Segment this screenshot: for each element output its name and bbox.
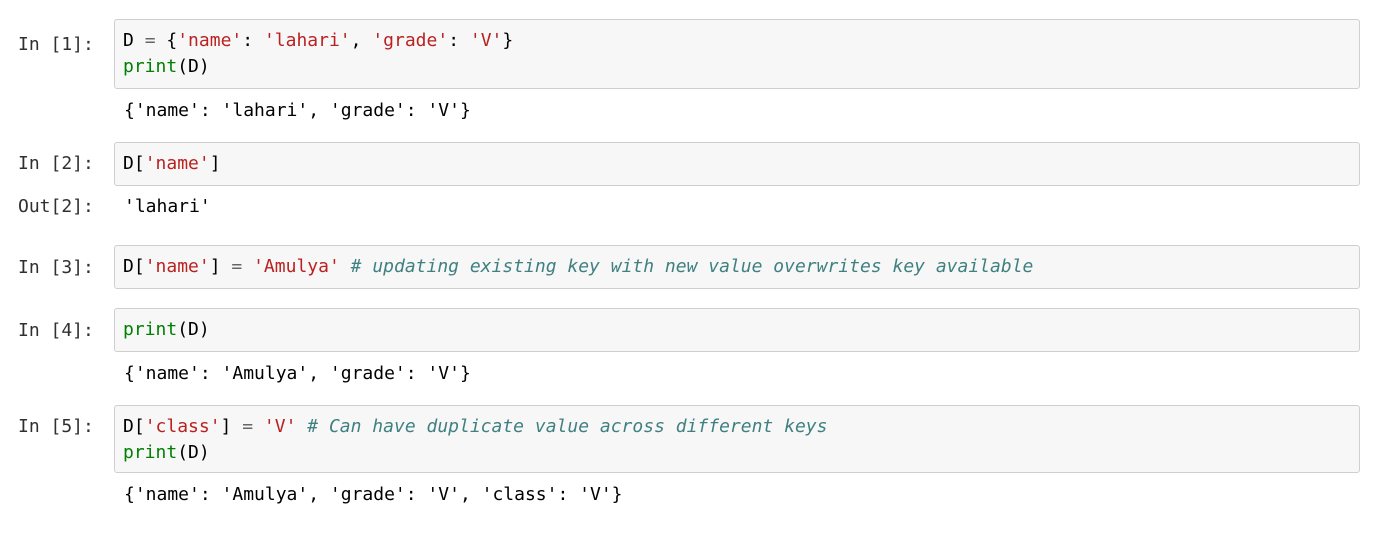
cell-output: {'name': 'Amulya', 'grade': 'V', 'class'… — [124, 484, 623, 505]
code-line: D['name'] — [123, 151, 1351, 177]
code-token-string: 'name' — [177, 30, 243, 51]
code-token-default — [134, 30, 145, 51]
code-token-builtin: print — [123, 442, 178, 463]
code-line: print(D) — [123, 54, 1351, 80]
code-token-comment: # Can have duplicate value across differ… — [307, 416, 828, 437]
code-token-default: ] — [220, 416, 243, 437]
code-line: D['class'] = 'V' # Can have duplicate va… — [123, 414, 1351, 440]
cell-output: 'lahari' — [124, 196, 211, 217]
code-token-builtin: print — [123, 319, 178, 340]
code-input[interactable]: D['class'] = 'V' # Can have duplicate va… — [114, 405, 1360, 473]
code-token-default: } — [502, 30, 514, 51]
code-token-op: = — [231, 256, 243, 277]
code-token-default: ] — [209, 153, 221, 174]
code-token-string: 'name' — [144, 153, 210, 174]
output-prompt: Out[2]: — [18, 196, 94, 217]
input-prompt: In [1]: — [18, 34, 94, 55]
code-line: print(D) — [123, 317, 1351, 343]
code-token-default — [296, 416, 307, 437]
code-token-string: 'V' — [263, 416, 297, 437]
code-token-default: D[ — [123, 256, 145, 277]
code-token-op: = — [242, 416, 254, 437]
code-token-default: : — [242, 30, 264, 51]
code-token-comment: # updating existing key with new value o… — [350, 256, 1034, 277]
code-token-string: 'lahari' — [263, 30, 351, 51]
code-line: D = {'name': 'lahari', 'grade': 'V'} — [123, 28, 1351, 54]
code-input[interactable]: D['name'] = 'Amulya' # updating existing… — [114, 245, 1360, 289]
code-token-op: = — [144, 30, 156, 51]
code-line: D['name'] = 'Amulya' # updating existing… — [123, 254, 1351, 280]
code-token-default: D[ — [123, 416, 145, 437]
code-token-default: { — [155, 30, 178, 51]
code-token-default — [340, 256, 351, 277]
code-token-name: D — [123, 30, 134, 51]
code-token-builtin: print — [123, 56, 178, 77]
code-token-default: , — [350, 30, 373, 51]
code-token-string: 'Amulya' — [253, 256, 340, 277]
code-token-string: 'class' — [144, 416, 221, 437]
code-token-default: (D) — [177, 56, 210, 77]
code-token-default — [253, 416, 264, 437]
code-token-default: ] — [209, 256, 232, 277]
code-line: print(D) — [123, 440, 1351, 466]
input-prompt: In [2]: — [18, 153, 94, 174]
input-prompt: In [5]: — [18, 416, 94, 437]
input-prompt: In [4]: — [18, 320, 94, 341]
notebook: In [1]: D = {'name': 'lahari', 'grade': … — [0, 0, 1400, 533]
code-token-default: : — [448, 30, 470, 51]
code-token-string: 'name' — [144, 256, 210, 277]
code-input[interactable]: print(D) — [114, 308, 1360, 352]
input-prompt: In [3]: — [18, 257, 94, 278]
code-token-default: D[ — [123, 153, 145, 174]
cell-output: {'name': 'Amulya', 'grade': 'V'} — [124, 363, 471, 384]
code-token-default: (D) — [177, 442, 210, 463]
code-token-default: (D) — [177, 319, 210, 340]
cell-output: {'name': 'lahari', 'grade': 'V'} — [124, 100, 471, 121]
code-token-string: 'V' — [469, 30, 503, 51]
code-token-string: 'grade' — [372, 30, 449, 51]
code-input[interactable]: D['name'] — [114, 142, 1360, 186]
code-input[interactable]: D = {'name': 'lahari', 'grade': 'V'} prin… — [114, 19, 1360, 89]
code-token-default — [242, 256, 253, 277]
